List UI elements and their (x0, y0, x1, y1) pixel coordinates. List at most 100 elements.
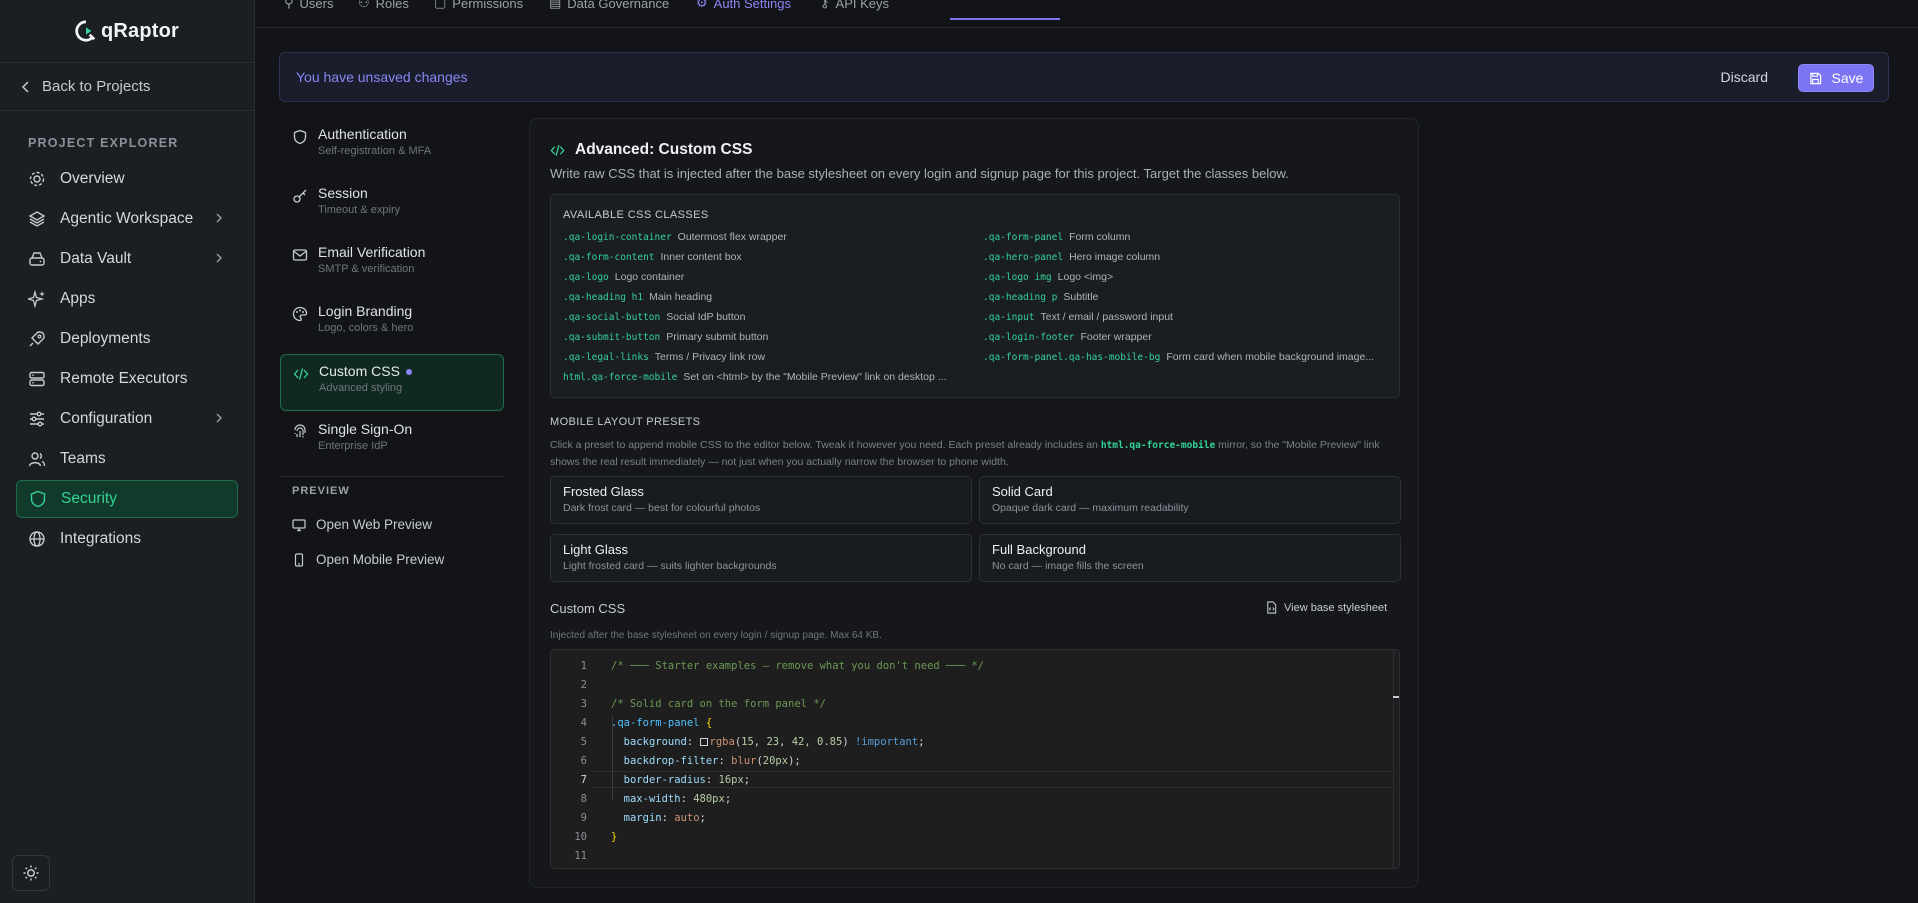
rocket-icon (28, 330, 46, 348)
subnav-title-text: Custom CSS (319, 363, 400, 379)
tab-api-keys[interactable]: ⚷ API Keys (820, 0, 889, 14)
security-tabs: ⚲ Users ⚇ Roles ▢ Permissions ▤ Data Governa… (256, 0, 1918, 28)
sidebar-item-agentic-workspace[interactable]: Agentic Workspace (16, 200, 238, 238)
code-line: max-width: 480px; (623, 793, 732, 805)
preset-solid-card[interactable]: Solid Card Opaque dark card — maximum re… (979, 476, 1401, 524)
subnav-title: Session (318, 185, 368, 201)
subnav-item-custom-css[interactable]: Custom CSS Advanced styling (280, 354, 504, 411)
subnav-title: Authentication (318, 126, 407, 142)
tab-roles[interactable]: ⚇ Roles (358, 0, 409, 14)
preset-full-background[interactable]: Full Background No card — image fills th… (979, 534, 1401, 582)
code-value: 480px (693, 793, 725, 805)
css-class-name: .qa-logo img (983, 272, 1052, 283)
sidebar-item-label: Remote Executors (60, 370, 188, 387)
auth-settings-subnav: Authentication Self-registration & MFA S… (280, 118, 504, 577)
editor-scrollbar[interactable] (1393, 650, 1397, 868)
monitor-icon (292, 518, 306, 531)
open-web-preview-link[interactable]: Open Web Preview (280, 507, 504, 542)
line-number: 5 (580, 736, 587, 748)
css-class-desc: Main heading (649, 291, 713, 303)
active-tab-indicator (950, 18, 1060, 20)
subnav-desc: Logo, colors & hero (318, 322, 414, 334)
css-class-desc: Footer wrapper (1080, 331, 1152, 343)
sidebar-item-integrations[interactable]: Integrations (16, 520, 238, 558)
css-class-item: .qa-heading p Subtitle (983, 291, 1098, 303)
preset-frosted-glass[interactable]: Frosted Glass Dark frost card — best for… (550, 476, 972, 524)
sidebar-item-deployments[interactable]: Deployments (16, 320, 238, 358)
subnav-desc: Timeout & expiry (318, 204, 401, 216)
code-property: margin (623, 812, 662, 824)
code-line: /* ─── Starter examples — remove what yo… (611, 660, 984, 672)
subnav-item-session[interactable]: Session Timeout & expiry (280, 177, 504, 234)
code-brace: { (705, 717, 713, 729)
code-value: 20px (762, 755, 789, 767)
tab-auth-settings[interactable]: ⚙ Auth Settings (696, 0, 791, 14)
sidebar-item-label: Overview (60, 170, 125, 187)
sidebar-item-teams[interactable]: Teams (16, 440, 238, 478)
sidebar-item-security[interactable]: Security (16, 480, 238, 518)
subnav-item-email-verification[interactable]: Email Verification SMTP & verification (280, 236, 504, 293)
sliders-icon (28, 410, 46, 428)
palette-icon (292, 306, 308, 322)
color-swatch[interactable] (699, 738, 708, 746)
tab-permissions[interactable]: ▢ Permissions (434, 0, 523, 14)
line-number: 6 (580, 755, 587, 767)
css-class-desc: Inner content box (660, 251, 742, 263)
preset-name: Light Glass (563, 542, 629, 557)
tab-users[interactable]: ⚲ Users (284, 0, 333, 14)
code-brace: } (611, 831, 618, 843)
subnav-item-authentication[interactable]: Authentication Self-registration & MFA (280, 118, 504, 175)
css-class-item: .qa-heading h1 Main heading (563, 291, 712, 303)
sidebar-nav: Overview Agentic Workspace Data Vault Ap… (0, 160, 254, 558)
open-mobile-preview-link[interactable]: Open Mobile Preview (280, 542, 504, 577)
sidebar-item-label: Agentic Workspace (60, 210, 194, 227)
code-line: } (611, 831, 617, 843)
sidebar-item-data-vault[interactable]: Data Vault (16, 240, 238, 278)
subnav-item-single-sign-on[interactable]: Single Sign-On Enterprise IdP (280, 413, 504, 470)
code-line: /* Solid card on the form panel */ (611, 698, 826, 710)
sidebar-item-label: Configuration (60, 410, 153, 427)
sidebar-item-overview[interactable]: Overview (16, 160, 238, 198)
chevron-left-icon (21, 80, 29, 93)
css-class-item: .qa-login-container Outermost flex wrappe… (563, 231, 787, 243)
code-selector: .qa-form-panel (611, 717, 700, 729)
sidebar: qRaptor Back to Projects PROJECT EXPLORE… (0, 0, 255, 903)
panel-title: Advanced: Custom CSS (575, 141, 753, 158)
line-number: 1 (580, 660, 587, 672)
sidebar-item-apps[interactable]: Apps (16, 280, 238, 318)
theme-toggle-button[interactable] (12, 855, 50, 891)
css-class-name: .qa-legal-links (563, 352, 649, 363)
subnav-item-login-branding[interactable]: Login Branding Logo, colors & hero (280, 295, 504, 352)
shield-icon (292, 129, 308, 145)
back-to-projects-link[interactable]: Back to Projects (0, 63, 254, 111)
code-function: rgba (709, 736, 735, 748)
view-base-stylesheet-button[interactable]: View base stylesheet (1265, 601, 1387, 614)
line-number: 3 (580, 698, 587, 710)
panel-subtitle: Write raw CSS that is injected after the… (550, 166, 1289, 181)
globe-icon (28, 530, 46, 548)
presets-title: MOBILE LAYOUT PRESETS (550, 416, 701, 428)
preset-desc: Dark frost card — best for colourful pho… (563, 502, 761, 514)
code-value: 15, 23, 42, 0.85 (741, 736, 843, 748)
css-class-desc: Primary submit button (666, 331, 769, 343)
css-class-name: .qa-login-container (563, 232, 672, 243)
back-label: Back to Projects (42, 78, 151, 95)
roles-icon: ⚇ (358, 0, 370, 10)
available-css-classes: AVAILABLE CSS CLASSES .qa-login-containe… (550, 194, 1400, 398)
subnav-title: Email Verification (318, 244, 426, 260)
css-class-item: .qa-social-button Social IdP button (563, 311, 745, 323)
tab-data-governance[interactable]: ▤ Data Governance (549, 0, 669, 14)
brand[interactable]: qRaptor (0, 0, 254, 63)
code-icon (550, 144, 565, 156)
sidebar-item-label: Apps (60, 290, 96, 307)
save-button[interactable]: Save (1798, 64, 1874, 92)
code-property: border-radius (623, 774, 706, 786)
sidebar-item-remote-executors[interactable]: Remote Executors (16, 360, 238, 398)
sidebar-item-configuration[interactable]: Configuration (16, 400, 238, 438)
subnav-desc: Advanced styling (319, 382, 403, 394)
key-icon: ⚷ (820, 0, 830, 10)
sidebar-item-label: Deployments (60, 330, 151, 347)
discard-button[interactable]: Discard (1721, 69, 1768, 85)
preset-light-glass[interactable]: Light Glass Light frosted card — suits l… (550, 534, 972, 582)
css-code-editor[interactable]: 1 2 3 4 5 6 7 8 9 10 11 /* ─── Starter e… (550, 649, 1400, 869)
